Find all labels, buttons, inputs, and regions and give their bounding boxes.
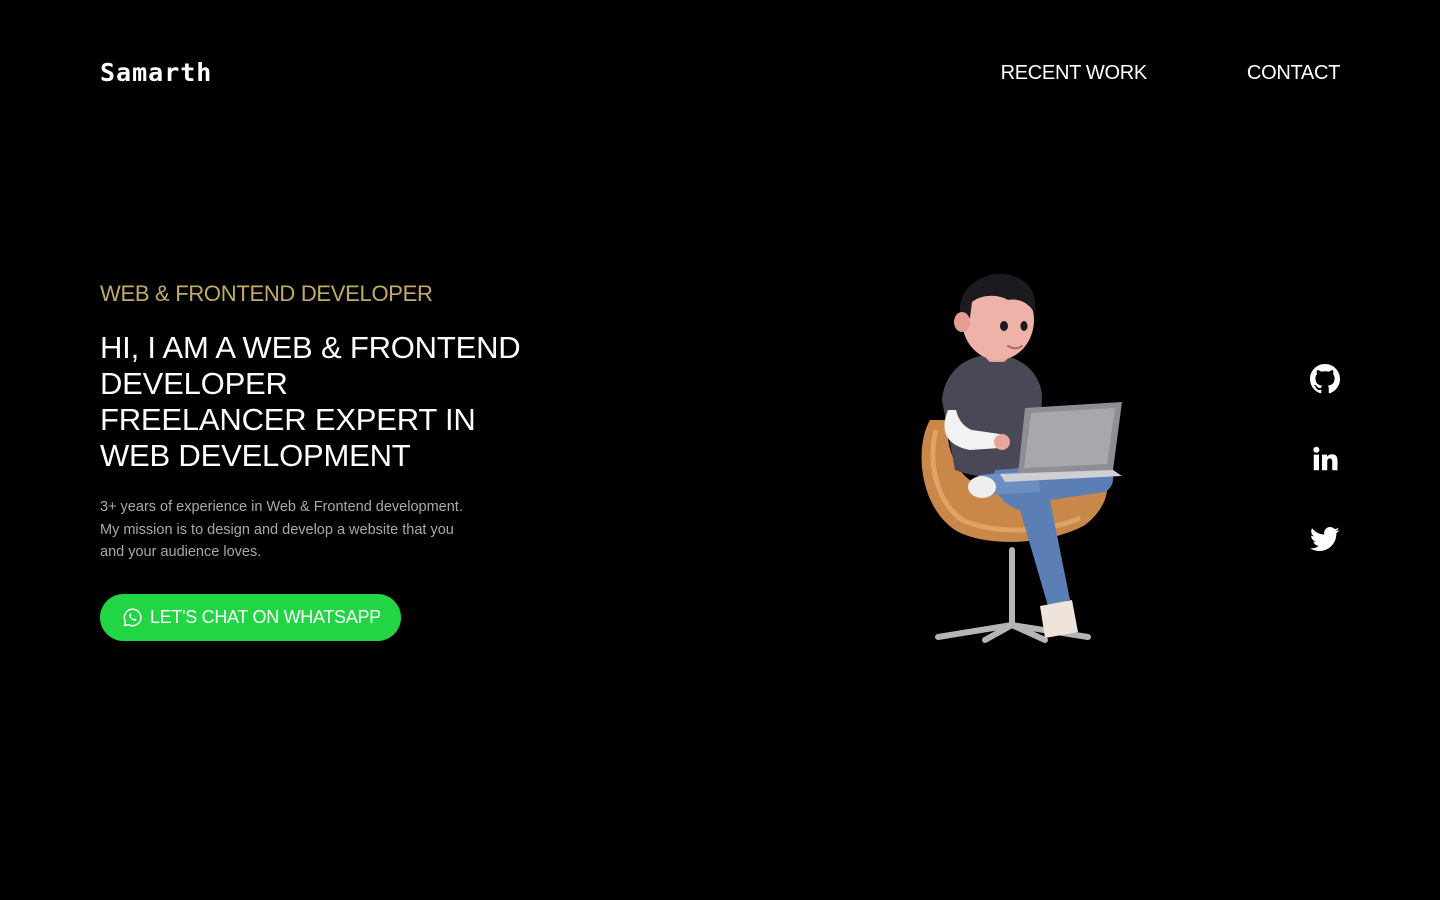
description-line: My mission is to design and develop a we…	[100, 521, 454, 538]
shoe	[968, 476, 996, 498]
nav-recent-work[interactable]: RECENT WORK	[1001, 62, 1148, 85]
headline-line: DEVELOPER	[100, 366, 288, 401]
headline-line: FREELANCER EXPERT IN	[100, 402, 476, 437]
github-icon	[1310, 364, 1340, 394]
hero-headline: HI, I AM A WEB & FRONTEND DEVELOPER FREE…	[100, 330, 560, 474]
twitter-link[interactable]	[1310, 524, 1340, 554]
description-line: and your audience loves.	[100, 544, 262, 560]
headline-line: HI, I AM A WEB & FRONTEND	[100, 330, 521, 365]
developer-illustration	[921, 273, 1122, 643]
whatsapp-button-label: LET'S CHAT ON WHATSAPP	[150, 607, 381, 627]
description-line: 3+ years of experience in Web & Frontend…	[100, 499, 463, 515]
main-nav: RECENT WORK CONTACT	[1001, 62, 1341, 85]
hero-subtitle: WEB & FRONTEND DEVELOPER	[100, 281, 433, 306]
headline-line: WEB DEVELOPMENT	[100, 438, 411, 473]
github-link[interactable]	[1310, 364, 1340, 394]
linkedin-link[interactable]	[1310, 444, 1340, 474]
social-links	[1310, 364, 1340, 554]
whatsapp-icon	[123, 608, 142, 627]
logo[interactable]: Samarth	[100, 58, 212, 87]
hero-description: 3+ years of experience in Web & Frontend…	[100, 496, 520, 564]
nav-contact[interactable]: CONTACT	[1247, 62, 1340, 85]
linkedin-icon	[1313, 446, 1338, 471]
twitter-icon	[1310, 526, 1340, 551]
whatsapp-chat-button[interactable]: LET'S CHAT ON WHATSAPP	[100, 594, 401, 641]
